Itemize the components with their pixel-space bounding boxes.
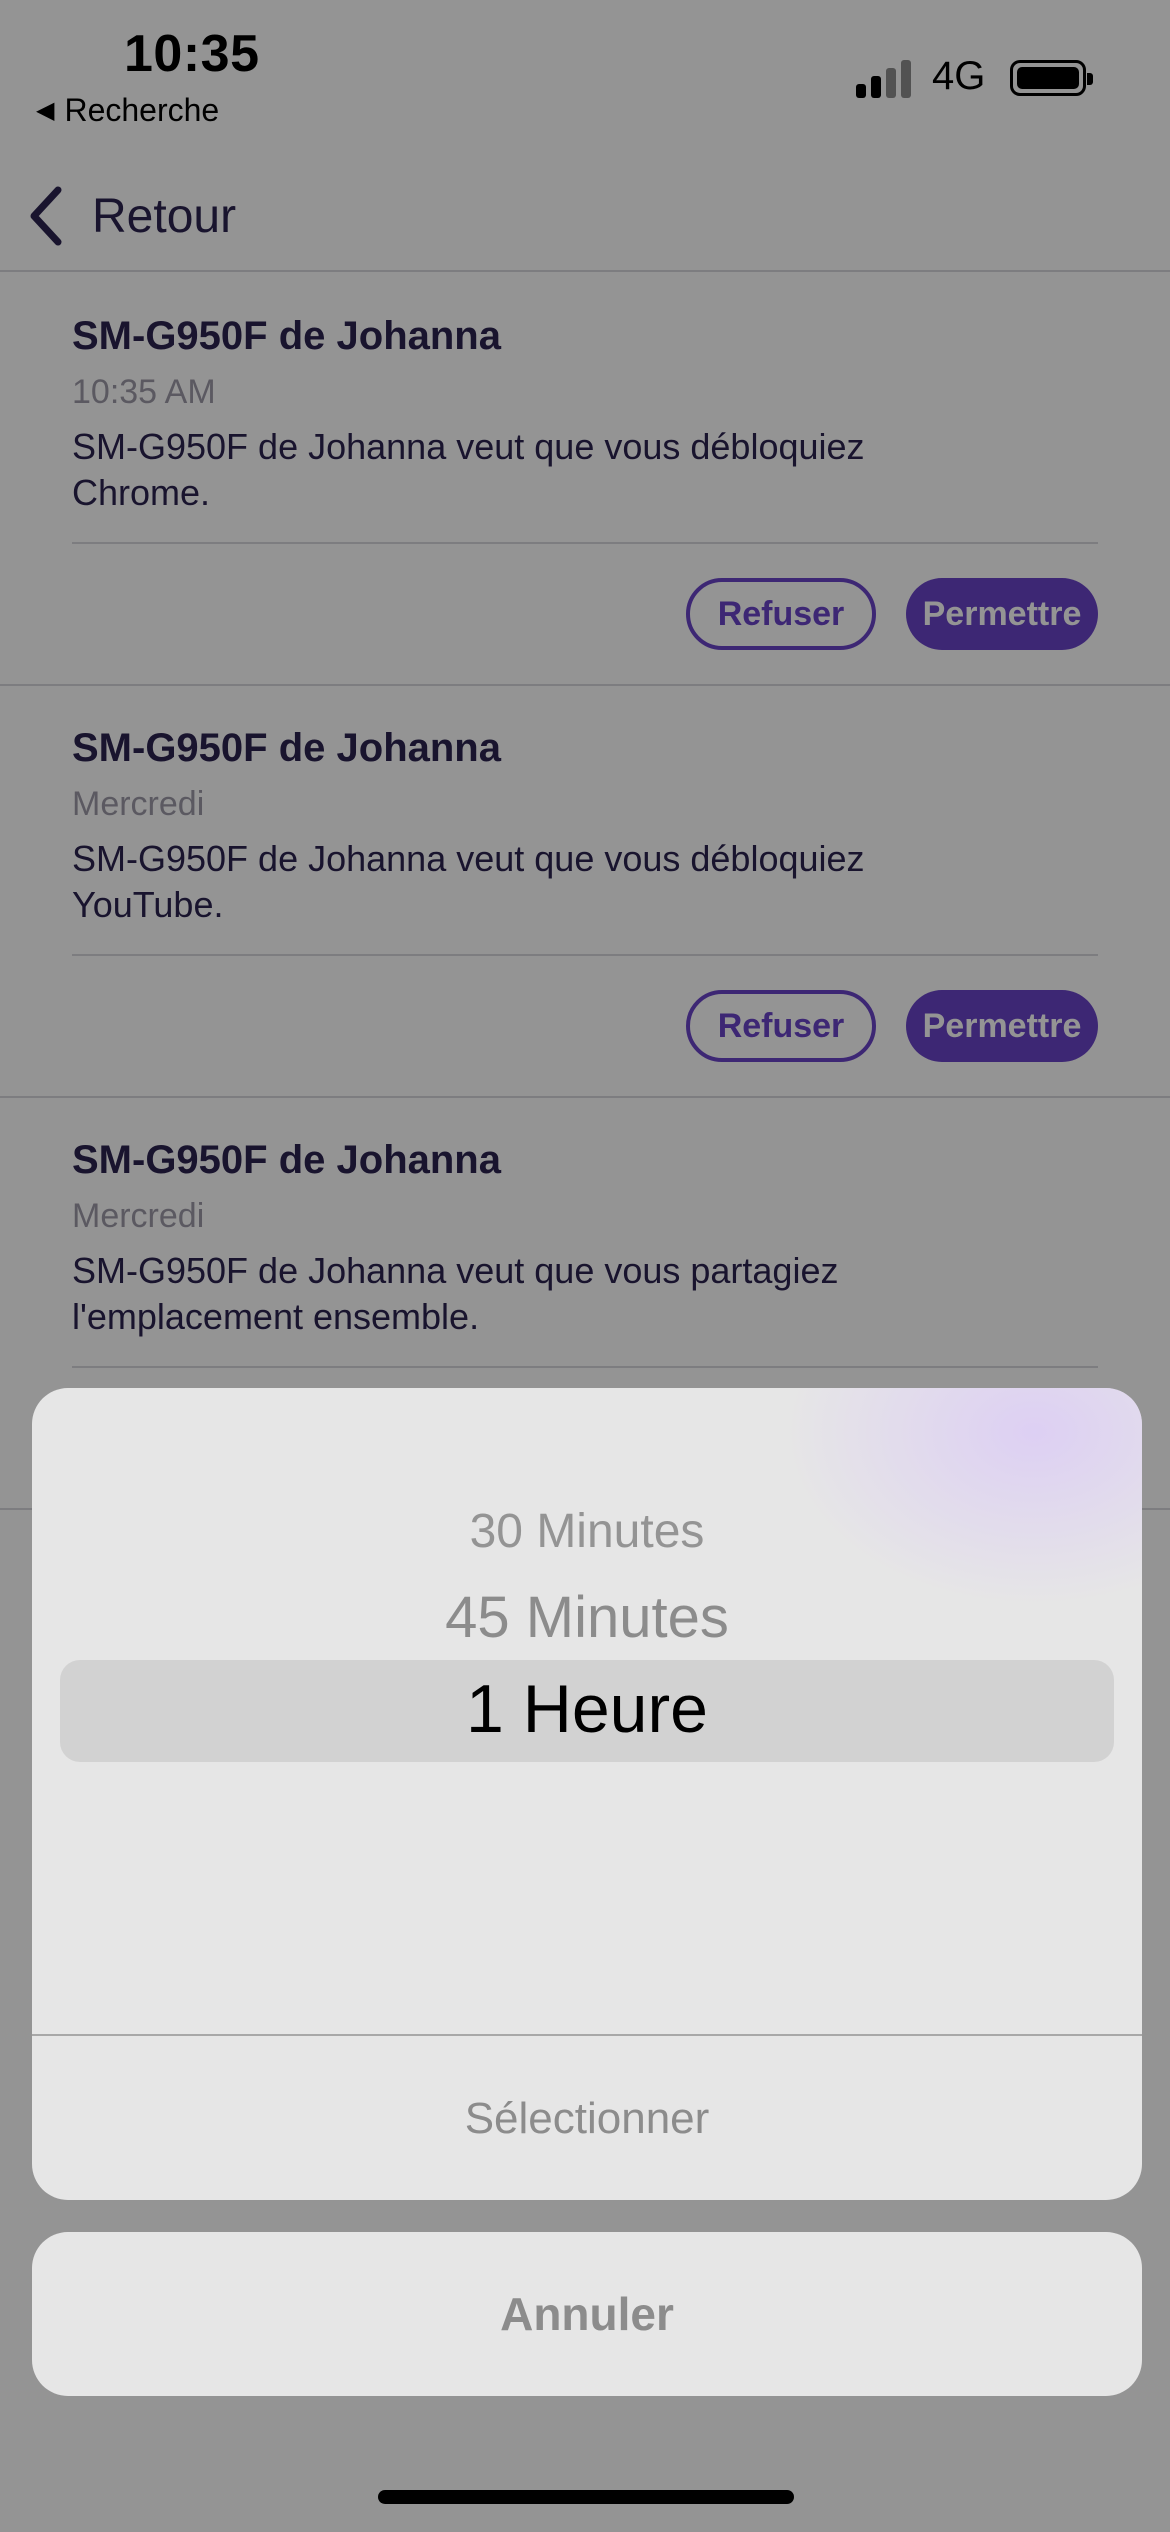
picker-option-selected[interactable]: 1 Heure <box>32 1670 1142 1748</box>
duration-picker[interactable]: 30 Minutes 45 Minutes 1 Heure <box>32 1388 1142 2036</box>
duration-action-sheet: 30 Minutes 45 Minutes 1 Heure Sélectionn… <box>32 1388 1142 2200</box>
select-button[interactable]: Sélectionner <box>32 2038 1142 2200</box>
picker-option[interactable]: 30 Minutes <box>32 1504 1142 1559</box>
cancel-button[interactable]: Annuler <box>32 2232 1142 2396</box>
picker-option[interactable]: 45 Minutes <box>32 1584 1142 1651</box>
home-indicator[interactable] <box>378 2490 794 2504</box>
